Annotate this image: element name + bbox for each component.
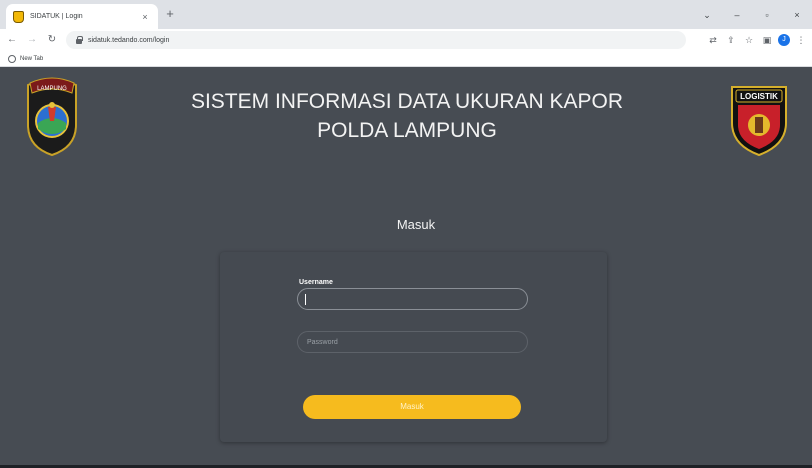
browser-tab[interactable]: SIDATUK | Login ×: [6, 4, 158, 29]
restore-icon[interactable]: ▫: [752, 4, 782, 26]
page-title: SISTEM INFORMASI DATA UKURAN KAPOR POLDA…: [160, 87, 654, 145]
browser-tab-bar: SIDATUK | Login × + ⌄ – ▫ ×: [0, 0, 812, 29]
back-icon[interactable]: ←: [4, 32, 20, 48]
reload-icon[interactable]: ↻: [44, 32, 60, 48]
toolbar-actions: ⇄ ⇪ ☆ ▣ J ⋮: [702, 29, 808, 51]
lock-icon[interactable]: [75, 36, 83, 44]
tab-search-icon[interactable]: ⌄: [692, 4, 722, 26]
close-window-icon[interactable]: ×: [782, 4, 812, 26]
password-input[interactable]: Password: [297, 331, 528, 353]
favicon-icon: [13, 10, 24, 23]
globe-icon: [8, 54, 16, 63]
login-page: LAMPUNG SISTEM INFORMASI DATA UKURAN KAP…: [0, 67, 812, 468]
side-panel-icon[interactable]: ▣: [760, 33, 774, 47]
new-tab-icon[interactable]: +: [163, 7, 177, 21]
url-text[interactable]: sidatuk.tedando.com/login: [88, 37, 169, 44]
tab-title: SIDATUK | Login: [30, 13, 83, 20]
svg-text:LOGISTIK: LOGISTIK: [740, 92, 778, 101]
window-controls: ⌄ – ▫ ×: [692, 0, 812, 29]
username-label: Username: [299, 279, 333, 286]
browser-toolbar: ← → ↻ sidatuk.tedando.com/login ⇄ ⇪ ☆ ▣ …: [0, 29, 812, 51]
bookmark-star-icon[interactable]: ☆: [742, 33, 756, 47]
profile-avatar[interactable]: J: [778, 34, 790, 46]
text-cursor: [305, 293, 306, 305]
svg-text:LAMPUNG: LAMPUNG: [37, 86, 67, 92]
tab-close-icon[interactable]: ×: [138, 10, 152, 24]
login-form-card: Username Password Masuk: [220, 252, 607, 442]
bookmark-new-tab[interactable]: New Tab: [20, 56, 43, 62]
minimize-icon[interactable]: –: [722, 4, 752, 26]
login-heading: Masuk: [396, 217, 436, 232]
translate-icon[interactable]: ⇄: [706, 33, 720, 47]
address-bar[interactable]: sidatuk.tedando.com/login: [66, 31, 686, 49]
polda-lampung-logo: LAMPUNG: [27, 77, 77, 157]
username-input[interactable]: [297, 288, 528, 310]
share-icon[interactable]: ⇪: [724, 33, 738, 47]
forward-icon[interactable]: →: [24, 32, 40, 48]
bookmarks-bar: New Tab: [0, 51, 812, 67]
page-title-line2: POLDA LAMPUNG: [317, 119, 497, 142]
page-title-line1: SISTEM INFORMASI DATA UKURAN KAPOR: [190, 90, 624, 113]
logistik-logo: LOGISTIK: [731, 86, 787, 157]
menu-kebab-icon[interactable]: ⋮: [794, 33, 808, 47]
password-placeholder: Password: [307, 338, 338, 346]
login-submit-button[interactable]: Masuk: [303, 395, 521, 419]
